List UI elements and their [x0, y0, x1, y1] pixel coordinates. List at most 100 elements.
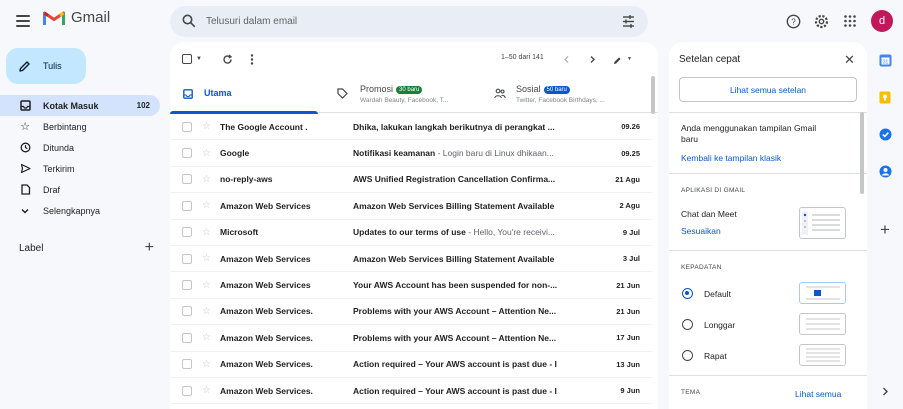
star-icon[interactable]: ☆ [202, 227, 211, 238]
quick-settings-title: Setelan cepat [679, 54, 741, 65]
mail-list-panel: ▼ 1–50 dari 141 ▼ Utama Promosi30 baru [170, 42, 658, 409]
prev-page-icon[interactable] [562, 52, 571, 66]
classic-view-link[interactable]: Kembali ke tampilan klasik [681, 153, 781, 163]
row-checkbox[interactable] [182, 280, 192, 291]
next-page-icon[interactable] [588, 52, 597, 66]
select-all-checkbox[interactable]: ▼ [182, 52, 202, 66]
sidebar-item-drafts[interactable]: Draf [0, 179, 160, 200]
email-row[interactable]: ☆ The Google Account . Dhika, lakukan lang… [170, 114, 652, 141]
email-row[interactable]: ☆ Amazon Web Services Amazon Web Services … [170, 193, 652, 220]
more-vert-icon[interactable] [250, 52, 254, 66]
star-icon[interactable]: ☆ [202, 359, 211, 370]
email-row[interactable]: ☆ Amazon Web Services. Problems with your … [170, 325, 652, 352]
new-count-badge: 30 baru [396, 86, 423, 94]
quick-settings-scrollbar[interactable] [860, 112, 864, 194]
caret-down-icon[interactable]: ▼ [196, 56, 202, 62]
density-comfortable-preview[interactable] [799, 313, 846, 335]
menu-icon[interactable] [14, 12, 32, 30]
density-default-radio[interactable] [682, 288, 693, 299]
unread-count: 102 [136, 101, 150, 110]
row-checkbox[interactable] [182, 332, 192, 343]
see-all-themes-link[interactable]: Lihat semua [795, 389, 841, 399]
row-checkbox[interactable] [182, 174, 192, 185]
see-all-settings-button[interactable]: Lihat semua setelan [679, 77, 857, 102]
gear-icon[interactable] [811, 11, 831, 31]
star-icon[interactable]: ☆ [202, 332, 211, 343]
tab-promotions[interactable]: Promosi 30 baru Wardah Beauty, Facebook, … [335, 76, 485, 113]
email-row[interactable]: ☆ Amazon Web Services. Action required – Y… [170, 352, 652, 378]
star-icon[interactable]: ☆ [202, 200, 211, 211]
apps-icon[interactable] [840, 11, 860, 31]
close-icon[interactable]: ✕ [844, 52, 855, 68]
email-date: 13 Jun [616, 359, 640, 369]
star-icon[interactable]: ☆ [202, 174, 211, 185]
email-row[interactable]: ☆ Google Notifikasi keamanan - Login baru … [170, 140, 652, 167]
contacts-icon[interactable] [878, 164, 892, 178]
row-checkbox[interactable] [182, 359, 192, 370]
inbox-icon [183, 89, 193, 99]
search-bar[interactable] [170, 6, 648, 37]
tab-primary[interactable]: Utama [170, 76, 318, 114]
sidebar-item-snoozed[interactable]: Ditunda [0, 137, 160, 158]
star-icon[interactable]: ☆ [202, 148, 211, 159]
row-checkbox[interactable] [182, 253, 192, 264]
mail-list-scrollbar[interactable] [651, 76, 655, 114]
sidebar-item-starred[interactable]: ☆ Berbintang [0, 116, 160, 137]
row-checkbox[interactable] [182, 148, 192, 159]
sidebar-item-more[interactable]: Selengkapnya [0, 200, 160, 221]
compose-button[interactable]: Tulis [6, 48, 86, 84]
help-icon[interactable]: ? [783, 11, 803, 31]
density-compact-preview[interactable] [799, 344, 846, 366]
sidebar-item-label: Selengkapnya [43, 205, 101, 216]
search-input[interactable] [206, 6, 586, 37]
email-row[interactable]: ☆ Amazon Web Services. Action required – Y… [170, 378, 652, 405]
email-row[interactable]: ☆ no-reply-aws AWS Unified Registration Ca… [170, 167, 652, 194]
calendar-icon[interactable]: 31 [878, 53, 892, 67]
tab-social[interactable]: Sosial 50 baru Twitter, Facebook Birthday… [492, 76, 642, 113]
input-tools-icon[interactable]: ▼ [613, 52, 632, 66]
caret-down-icon[interactable]: ▼ [627, 56, 632, 62]
star-icon[interactable]: ☆ [202, 385, 211, 396]
row-checkbox[interactable] [182, 200, 192, 211]
divider [669, 112, 867, 113]
density-comfortable-radio[interactable] [682, 319, 693, 330]
star-icon[interactable]: ☆ [202, 306, 211, 317]
row-checkbox[interactable] [182, 121, 192, 132]
email-date: 9 Jun [620, 386, 640, 396]
keep-icon[interactable] [878, 90, 892, 104]
email-date: 21 Jun [616, 306, 640, 316]
email-row[interactable]: ☆ Amazon Web Services. Problems with your … [170, 299, 652, 326]
row-checkbox[interactable] [182, 227, 192, 238]
density-default-preview[interactable] [799, 282, 846, 304]
sidebar-item-inbox[interactable]: Kotak Masuk 102 [0, 95, 160, 116]
add-label-plus-icon[interactable]: + [145, 239, 154, 257]
email-subject-line: Problems with your AWS Account – Attenti… [353, 333, 581, 343]
star-icon[interactable]: ☆ [202, 253, 211, 264]
avatar[interactable]: d [871, 10, 893, 32]
chat-meet-label: Chat dan Meet [681, 209, 737, 219]
refresh-icon[interactable] [222, 52, 233, 66]
email-row[interactable]: ☆ Amazon Web Services Amazon Web Services … [170, 246, 652, 273]
density-compact-radio[interactable] [682, 350, 693, 361]
inbox-icon [19, 100, 31, 112]
customize-link[interactable]: Sesuaikan [681, 226, 721, 236]
get-addons-plus-icon[interactable]: + [878, 220, 892, 239]
mail-toolbar: ▼ 1–50 dari 141 ▼ [170, 42, 658, 76]
sidebar-item-sent[interactable]: Terkirim [0, 158, 160, 179]
expand-side-panel-icon[interactable] [878, 384, 892, 398]
star-icon[interactable]: ☆ [202, 121, 211, 132]
email-row[interactable]: ☆ Microsoft Updates to our terms of use - … [170, 220, 652, 246]
pencil-icon [19, 60, 30, 72]
filter-icon[interactable] [621, 14, 636, 29]
svg-text:31: 31 [882, 59, 888, 65]
gmail-logo[interactable]: Gmail [43, 9, 110, 26]
tasks-icon[interactable] [878, 127, 892, 141]
chat-meet-preview[interactable] [799, 207, 846, 239]
search-icon[interactable] [182, 14, 196, 28]
email-date: 21 Agu [615, 174, 640, 184]
send-icon [19, 163, 31, 175]
email-row[interactable]: ☆ Amazon Web Services Your AWS Account has… [170, 272, 652, 299]
star-icon[interactable]: ☆ [202, 280, 211, 291]
row-checkbox[interactable] [182, 385, 192, 396]
row-checkbox[interactable] [182, 306, 192, 317]
